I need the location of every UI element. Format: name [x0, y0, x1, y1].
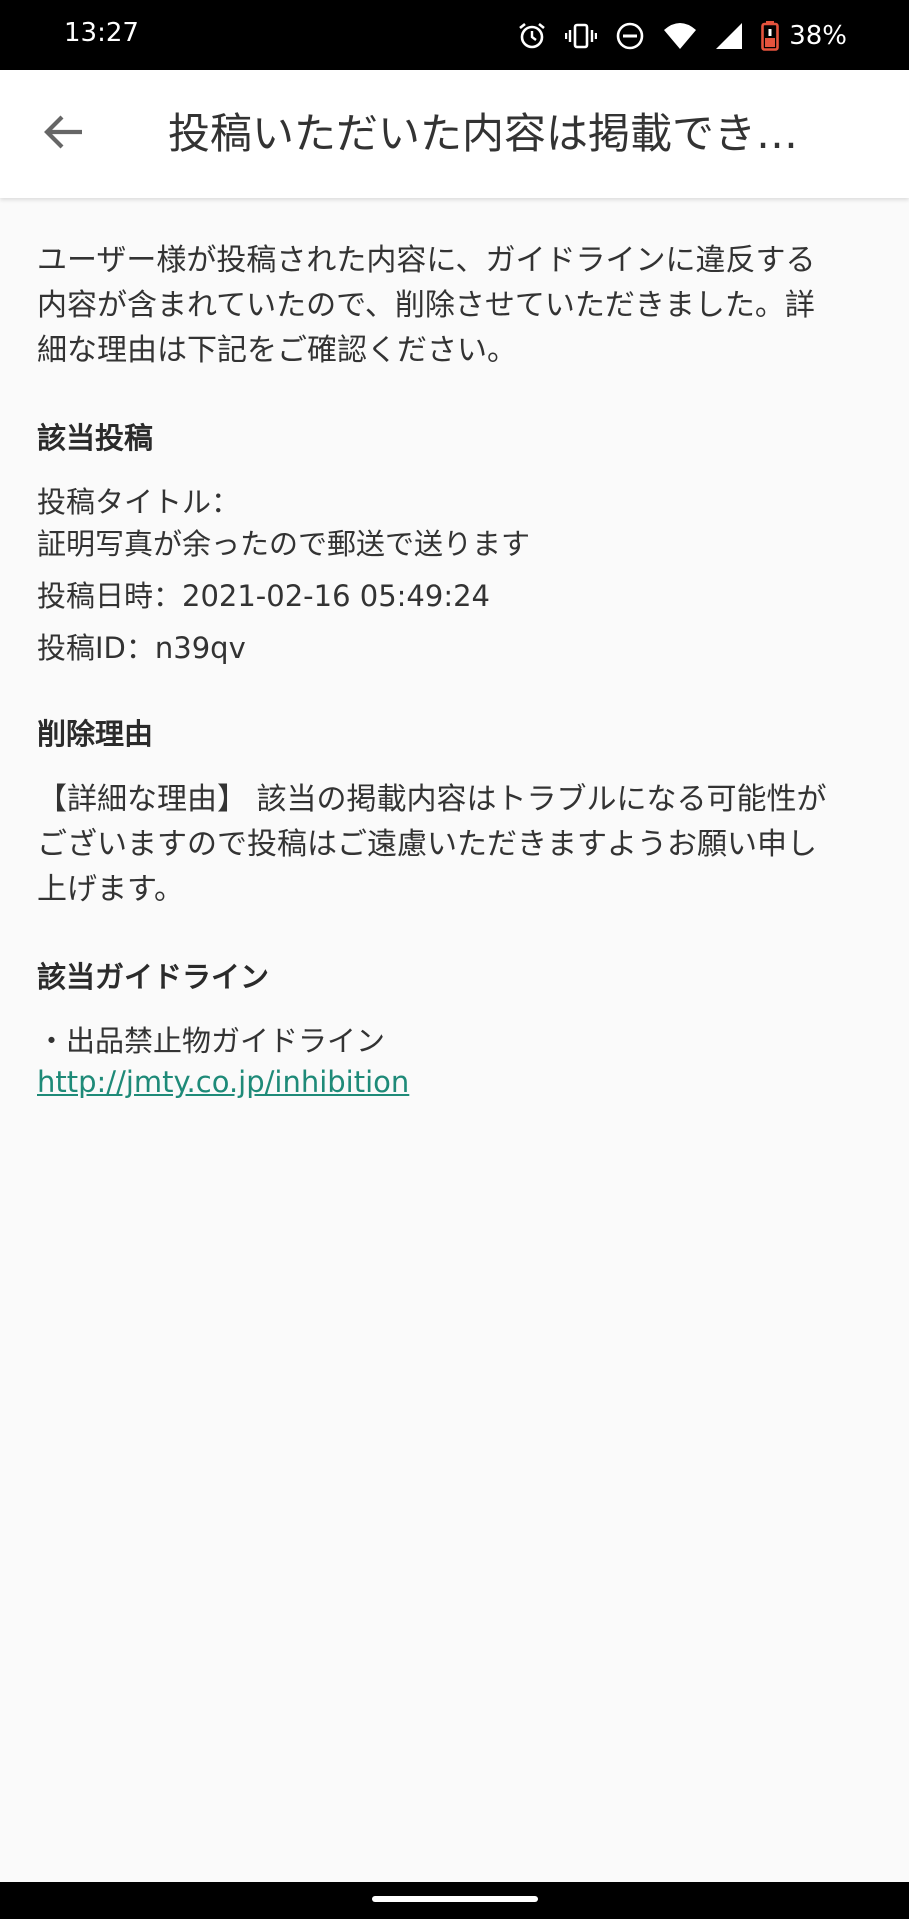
battery-icon — [761, 21, 780, 51]
post-datetime: 投稿日時：2021-02-16 05:49:24 — [37, 579, 490, 613]
guideline-section: 該当ガイドライン ・出品禁止物ガイドライン http://jmty.co.jp/… — [37, 954, 872, 1102]
do-not-disturb-icon — [615, 21, 645, 51]
post-title-value: 証明写真が余ったので郵送で送ります — [37, 527, 531, 561]
reason-section: 削除理由 【詳細な理由】 該当の掲載内容はトラブルになる可能性が ございますので… — [37, 711, 872, 912]
reason-line: ございますので投稿はご遠慮いただきますようお願い申し — [37, 827, 817, 862]
status-bar: 13:27 38% — [0, 0, 909, 70]
intro-line: ユーザー様が投稿された内容に、ガイドラインに違反する — [37, 243, 816, 278]
intro-line: 細な理由は下記をご確認ください。 — [37, 333, 517, 368]
signal-icon — [715, 22, 743, 50]
intro-text: ユーザー様が投稿された内容に、ガイドラインに違反する 内容が含まれていたので、削… — [37, 238, 872, 373]
section-heading: 該当ガイドライン — [37, 960, 270, 994]
wifi-icon — [663, 22, 697, 50]
page-title: 投稿いただいた内容は掲載でき… — [168, 109, 799, 158]
section-heading: 該当投稿 — [37, 421, 154, 455]
section-heading: 削除理由 — [37, 717, 154, 751]
post-title-label: 投稿タイトル： — [37, 485, 241, 519]
guideline-item: ・出品禁止物ガイドライン — [37, 1024, 386, 1058]
vibrate-icon — [565, 21, 598, 51]
guideline-link[interactable]: http://jmty.co.jp/inhibition — [37, 1062, 409, 1102]
main-content: ユーザー様が投稿された内容に、ガイドラインに違反する 内容が含まれていたので、削… — [37, 238, 872, 1102]
home-gesture-handle[interactable] — [372, 1896, 538, 1902]
reason-line: 上げます。 — [37, 872, 184, 907]
alarm-icon — [517, 21, 547, 51]
post-section: 該当投稿 投稿タイトル： 証明写真が余ったので郵送で送ります 投稿日時：2021… — [37, 415, 872, 669]
status-icons: 38% — [517, 16, 847, 56]
arrow-left-icon — [42, 112, 86, 156]
reason-line: 【詳細な理由】 該当の掲載内容はトラブルになる可能性が — [37, 782, 827, 817]
battery-percent: 38% — [789, 21, 847, 51]
app-bar: 投稿いただいた内容は掲載でき… — [0, 70, 909, 198]
reason-text: 【詳細な理由】 該当の掲載内容はトラブルになる可能性が ございますので投稿はご遠… — [37, 777, 872, 912]
post-id: 投稿ID：n39qv — [37, 631, 246, 665]
navigation-bar — [0, 1882, 909, 1919]
intro-line: 内容が含まれていたので、削除させていただきました。詳 — [37, 288, 815, 323]
back-button[interactable] — [34, 104, 94, 164]
status-time: 13:27 — [64, 18, 139, 48]
